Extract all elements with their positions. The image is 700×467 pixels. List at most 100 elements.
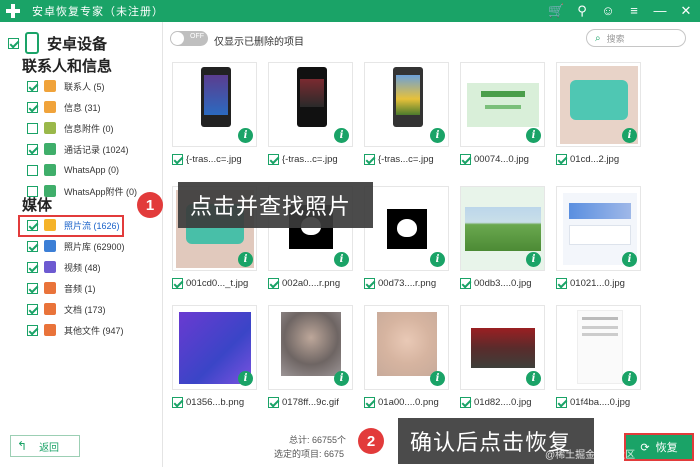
- photo-thumbnail[interactable]: i: [556, 305, 641, 390]
- photo-checkbox[interactable]: [172, 397, 183, 408]
- photo-checkbox[interactable]: [364, 154, 375, 165]
- photo-checkbox[interactable]: [268, 154, 279, 165]
- search-input[interactable]: 搜索: [607, 32, 625, 45]
- photo-checkbox[interactable]: [364, 397, 375, 408]
- contacts-item[interactable]: 信息附件 (0): [27, 121, 114, 135]
- menu-icon[interactable]: ≡: [626, 2, 642, 20]
- photo-thumbnail[interactable]: i: [364, 62, 449, 147]
- close-icon[interactable]: ✕: [678, 2, 694, 20]
- media-checkbox[interactable]: [27, 240, 38, 252]
- photo-checkbox[interactable]: [172, 278, 183, 289]
- photo-filename: 01356...b.png: [186, 397, 245, 408]
- step2-badge: 2: [358, 428, 384, 454]
- photo-thumbnail[interactable]: i: [268, 305, 353, 390]
- photo-image: [377, 312, 437, 376]
- search-icon: ⌕: [595, 32, 601, 44]
- photo-checkbox[interactable]: [556, 397, 567, 408]
- media-checkbox[interactable]: [27, 219, 38, 231]
- info-icon[interactable]: i: [430, 371, 445, 386]
- media-item[interactable]: 照片流 (1626): [27, 218, 120, 232]
- info-icon[interactable]: i: [334, 371, 349, 386]
- contacts-checkbox[interactable]: [27, 101, 38, 113]
- photo-thumbnail[interactable]: i: [556, 186, 641, 271]
- cart-icon[interactable]: 🛒: [548, 2, 564, 20]
- photo-caption: 001cd0..._t.jpg: [172, 278, 248, 289]
- photo-thumbnail[interactable]: i: [364, 305, 449, 390]
- photo-checkbox[interactable]: [556, 154, 567, 165]
- info-icon[interactable]: i: [238, 371, 253, 386]
- info-icon[interactable]: i: [622, 252, 637, 267]
- contacts-item[interactable]: 信息 (31): [27, 100, 101, 114]
- contacts-checkbox[interactable]: [27, 122, 38, 134]
- photo-caption: 01a00....0.png: [364, 397, 439, 408]
- info-icon[interactable]: i: [334, 252, 349, 267]
- photo-checkbox[interactable]: [556, 278, 567, 289]
- photo-checkbox[interactable]: [364, 278, 375, 289]
- info-icon[interactable]: i: [526, 371, 541, 386]
- media-item[interactable]: 音频 (1): [27, 281, 96, 295]
- app-logo-icon: [6, 4, 20, 18]
- photo-filename: 01d82....0.jpg: [474, 397, 532, 408]
- info-icon[interactable]: i: [622, 371, 637, 386]
- search-box[interactable]: ⌕ 搜索: [586, 29, 686, 47]
- photo-thumbnail[interactable]: i: [364, 186, 449, 271]
- person-icon[interactable]: ☺: [600, 2, 616, 20]
- minimize-icon[interactable]: —: [652, 2, 668, 20]
- photo-checkbox[interactable]: [460, 278, 471, 289]
- contacts-checkbox[interactable]: [27, 80, 38, 92]
- media-item[interactable]: 视频 (48): [27, 260, 101, 274]
- toggle-knob: [171, 32, 184, 45]
- photo-checkbox[interactable]: [268, 278, 279, 289]
- media-item[interactable]: 照片库 (62900): [27, 239, 125, 253]
- media-checkbox[interactable]: [27, 324, 38, 336]
- media-checkbox[interactable]: [27, 261, 38, 273]
- photo-caption: 002a0....r.png: [268, 278, 340, 289]
- photo-thumbnail[interactable]: i: [172, 305, 257, 390]
- recover-icon: ⟳: [640, 441, 650, 454]
- media-checkbox[interactable]: [27, 282, 38, 294]
- media-checkbox[interactable]: [27, 303, 38, 315]
- photo-image: [201, 67, 231, 127]
- contacts-checkbox[interactable]: [27, 164, 38, 176]
- info-icon[interactable]: i: [238, 128, 253, 143]
- info-icon[interactable]: i: [526, 252, 541, 267]
- photo-image: [387, 209, 427, 249]
- contacts-item[interactable]: 通话记录 (1024): [27, 142, 129, 156]
- info-icon[interactable]: i: [238, 252, 253, 267]
- info-icon[interactable]: i: [430, 128, 445, 143]
- photo-caption: 0178ff...9c.gif: [268, 397, 339, 408]
- media-item[interactable]: 其他文件 (947): [27, 323, 124, 337]
- key-icon[interactable]: ⚲: [574, 2, 590, 20]
- device-label: 安卓设备: [47, 35, 108, 53]
- info-icon[interactable]: i: [526, 128, 541, 143]
- info-icon[interactable]: i: [622, 128, 637, 143]
- back-button[interactable]: ↰ 返回: [10, 435, 80, 457]
- photo-thumbnail[interactable]: i: [460, 62, 545, 147]
- device-row[interactable]: 安卓设备: [8, 32, 107, 54]
- photo-checkbox[interactable]: [268, 397, 279, 408]
- contacts-item[interactable]: 联系人 (5): [27, 79, 105, 93]
- media-item[interactable]: 文档 (173): [27, 302, 106, 316]
- photo-checkbox[interactable]: [460, 154, 471, 165]
- star-icon: [44, 219, 56, 231]
- contacts-item[interactable]: WhatsApp (0): [27, 163, 119, 177]
- media-section-title: 媒体: [22, 197, 53, 214]
- show-deleted-toggle[interactable]: OFF: [170, 31, 208, 46]
- info-icon[interactable]: i: [430, 252, 445, 267]
- photo-image: [465, 207, 541, 251]
- photo-checkbox[interactable]: [172, 154, 183, 165]
- info-icon[interactable]: i: [334, 128, 349, 143]
- photo-thumbnail[interactable]: i: [172, 62, 257, 147]
- contacts-label: WhatsApp附件 (0): [64, 186, 138, 197]
- photo-thumbnail[interactable]: i: [460, 186, 545, 271]
- photo-caption: 01cd...2.jpg: [556, 154, 619, 165]
- device-checkbox[interactable]: [8, 37, 19, 49]
- title-bar: 安卓恢复专家（未注册） 🛒 ⚲ ☺ ≡ — ✕: [0, 0, 700, 22]
- photo-thumbnail[interactable]: i: [268, 62, 353, 147]
- main-panel: OFF 仅显示已删除的项目 ⌕ 搜索 i {-tras...c=.jpg i {-tr…: [164, 22, 700, 467]
- photo-thumbnail[interactable]: i: [460, 305, 545, 390]
- photo-checkbox[interactable]: [460, 397, 471, 408]
- photo-thumbnail[interactable]: i: [556, 62, 641, 147]
- contacts-checkbox[interactable]: [27, 143, 38, 155]
- photo-image: [393, 67, 423, 127]
